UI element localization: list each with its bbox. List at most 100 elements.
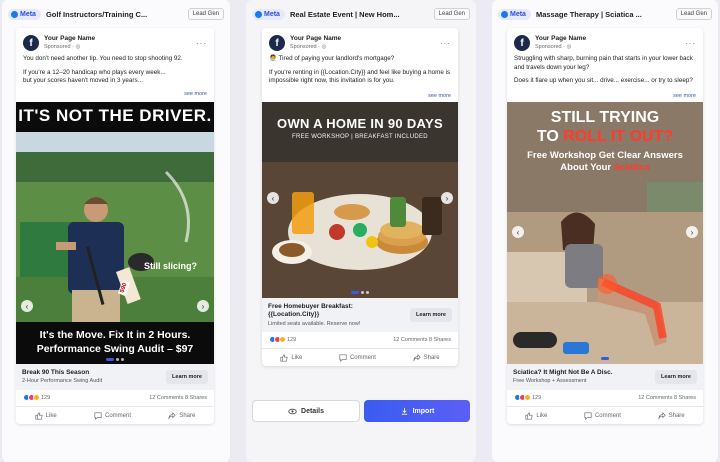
post-header: f Your Page Name Sponsored · ◎ ··· xyxy=(507,28,703,52)
import-button[interactable]: Import xyxy=(364,400,470,422)
sponsored-label: Sponsored · ◎ xyxy=(44,44,81,50)
comment-button[interactable]: Comment xyxy=(94,411,131,420)
post-actions: Like Comment Share xyxy=(262,348,458,366)
comments-shares: 12 Comments 8 Shares xyxy=(638,394,696,401)
comment-icon xyxy=(584,411,592,420)
cta-title: Break 90 This Season xyxy=(22,368,90,376)
see-more-link[interactable]: see more xyxy=(507,93,703,99)
comment-icon xyxy=(339,353,347,362)
thumbs-up-icon xyxy=(35,411,43,420)
meta-icon xyxy=(255,10,262,18)
sponsored-label: Sponsored · ◎ xyxy=(290,44,327,50)
carousel-prev-arrow[interactable]: ‹ xyxy=(21,300,33,312)
creative-subheadline: FREE WORKSHOP | BREAKFAST INCLUDED xyxy=(292,134,428,140)
ad-creative-image: IT'S NOT THE DRIVER. Still slicing? $90 … xyxy=(16,102,214,364)
column-header: Meta Real Estate Event | New Hom... Lead… xyxy=(252,6,470,22)
reaction-count: 129 xyxy=(41,394,51,401)
learn-more-button[interactable]: Learn more xyxy=(166,370,208,384)
carousel-prev-arrow[interactable]: ‹ xyxy=(267,192,279,204)
comment-icon xyxy=(94,411,102,420)
meta-badge: Meta xyxy=(8,8,41,20)
share-button[interactable]: Share xyxy=(168,411,195,420)
creative-footer-text: It's the Move. Fix It in 2 Hours. Perfor… xyxy=(36,329,194,355)
meta-icon xyxy=(11,10,18,18)
cta-bar: Free Homebuyer Breakfast: {{Location.Cit… xyxy=(262,298,458,332)
like-button[interactable]: Like xyxy=(280,353,302,362)
post-header: f Your Page Name Sponsored · ◎ ··· xyxy=(16,28,214,52)
reaction-count: 129 xyxy=(287,336,297,343)
globe-icon: ◎ xyxy=(75,44,81,50)
learn-more-button[interactable]: Learn more xyxy=(655,370,697,384)
facebook-logo-icon: f xyxy=(23,35,39,51)
reaction-icons xyxy=(514,394,531,401)
post-text: Struggling with sharp, burning pain that… xyxy=(514,55,693,84)
creative-headline: IT'S NOT THE DRIVER. xyxy=(18,106,212,125)
see-more-link[interactable]: see more xyxy=(16,91,214,97)
column-title: Massage Therapy | Sciatica ... xyxy=(535,9,642,19)
see-more-link[interactable]: see more xyxy=(262,93,458,99)
thumbs-up-icon xyxy=(280,353,288,362)
more-options-icon[interactable]: ··· xyxy=(440,39,451,48)
import-icon xyxy=(401,407,407,415)
globe-icon: ◎ xyxy=(321,44,327,50)
carousel-next-arrow[interactable]: › xyxy=(686,226,698,238)
page-name: Your Page Name xyxy=(290,35,342,42)
page-name: Your Page Name xyxy=(44,35,96,42)
like-button[interactable]: Like xyxy=(35,411,57,420)
carousel-next-arrow[interactable]: › xyxy=(197,300,209,312)
cta-subtitle: Limited seats available. Reserve now! xyxy=(268,320,361,327)
like-button[interactable]: Like xyxy=(525,411,547,420)
creative-headline: OWN A HOME IN 90 DAYS xyxy=(277,116,443,131)
sponsored-label: Sponsored · ◎ xyxy=(535,44,572,50)
share-icon xyxy=(168,411,176,419)
comment-button[interactable]: Comment xyxy=(584,411,621,420)
carousel-next-arrow[interactable]: › xyxy=(441,192,453,204)
globe-icon: ◎ xyxy=(566,44,572,50)
cta-title: Sciatica? It Might Not Be A Disc. xyxy=(513,368,613,376)
creative-headline: STILL TRYING TO ROLL IT OUT? xyxy=(536,109,674,145)
meta-badge: Meta xyxy=(498,8,531,20)
ad-creative-image: OWN A HOME IN 90 DAYS FREE WORKSHOP | BR… xyxy=(262,102,458,298)
share-button[interactable]: Share xyxy=(658,411,685,420)
reaction-count: 129 xyxy=(532,394,542,401)
lead-gen-badge: Lead Gen xyxy=(675,8,712,20)
breakfast-illustration xyxy=(262,102,458,298)
column-title: Real Estate Event | New Hom... xyxy=(289,9,400,19)
column-actions: Details Import xyxy=(252,400,470,422)
reactions-row: 129 12 Comments 8 Shares xyxy=(514,394,696,401)
carousel-indicator xyxy=(16,358,214,361)
post-text: 🧑‍💼 Tired of paying your landlord's mort… xyxy=(269,55,451,84)
share-button[interactable]: Share xyxy=(413,353,440,362)
meta-badge: Meta xyxy=(252,8,285,20)
more-options-icon[interactable]: ··· xyxy=(685,39,696,48)
more-options-icon[interactable]: ··· xyxy=(196,39,207,48)
post-actions: Like Comment Share xyxy=(507,406,703,424)
meta-icon xyxy=(501,10,508,18)
cta-bar: Sciatica? It Might Not Be A Disc. Free W… xyxy=(507,364,703,390)
column-header: Meta Golf Instructors/Training C... Lead… xyxy=(8,6,224,22)
carousel-prev-arrow[interactable]: ‹ xyxy=(512,226,524,238)
learn-more-button[interactable]: Learn more xyxy=(410,308,452,322)
thumbs-up-icon xyxy=(525,411,533,420)
reactions-row: 129 12 Comments 8 Shares xyxy=(23,394,207,401)
cta-bar: Break 90 This Season 2-Hour Performance … xyxy=(16,364,214,390)
details-button[interactable]: Details xyxy=(252,400,360,422)
cta-subtitle: 2-Hour Performance Swing Audit xyxy=(22,378,103,385)
eye-icon xyxy=(288,408,297,414)
post-actions: Like Comment Share xyxy=(16,406,214,424)
ad-creative-image: STILL TRYING TO ROLL IT OUT? Free Worksh… xyxy=(507,102,703,364)
comments-shares: 12 Comments 8 Shares xyxy=(149,394,207,401)
comment-button[interactable]: Comment xyxy=(339,353,376,362)
facebook-logo-icon: f xyxy=(269,35,285,51)
post-header: f Your Page Name Sponsored · ◎ ··· xyxy=(262,28,458,52)
ad-preview-card: f Your Page Name Sponsored · ◎ ··· Strug… xyxy=(507,28,703,424)
carousel-indicator xyxy=(262,291,458,294)
creative-subheadline: Free Workshop Get Clear Answers About Yo… xyxy=(527,150,683,173)
creative-badge: Still slicing? xyxy=(144,261,198,271)
carousel-indicator xyxy=(507,357,703,360)
ad-preview-card: f Your Page Name Sponsored · ◎ ··· You d… xyxy=(16,28,214,424)
golf-scene-illustration xyxy=(16,102,214,364)
column-header: Meta Massage Therapy | Sciatica ... Lead… xyxy=(498,6,712,22)
post-text: You don't need another tip. You need to … xyxy=(23,55,183,84)
cta-title: Free Homebuyer Breakfast: xyxy=(268,302,353,310)
